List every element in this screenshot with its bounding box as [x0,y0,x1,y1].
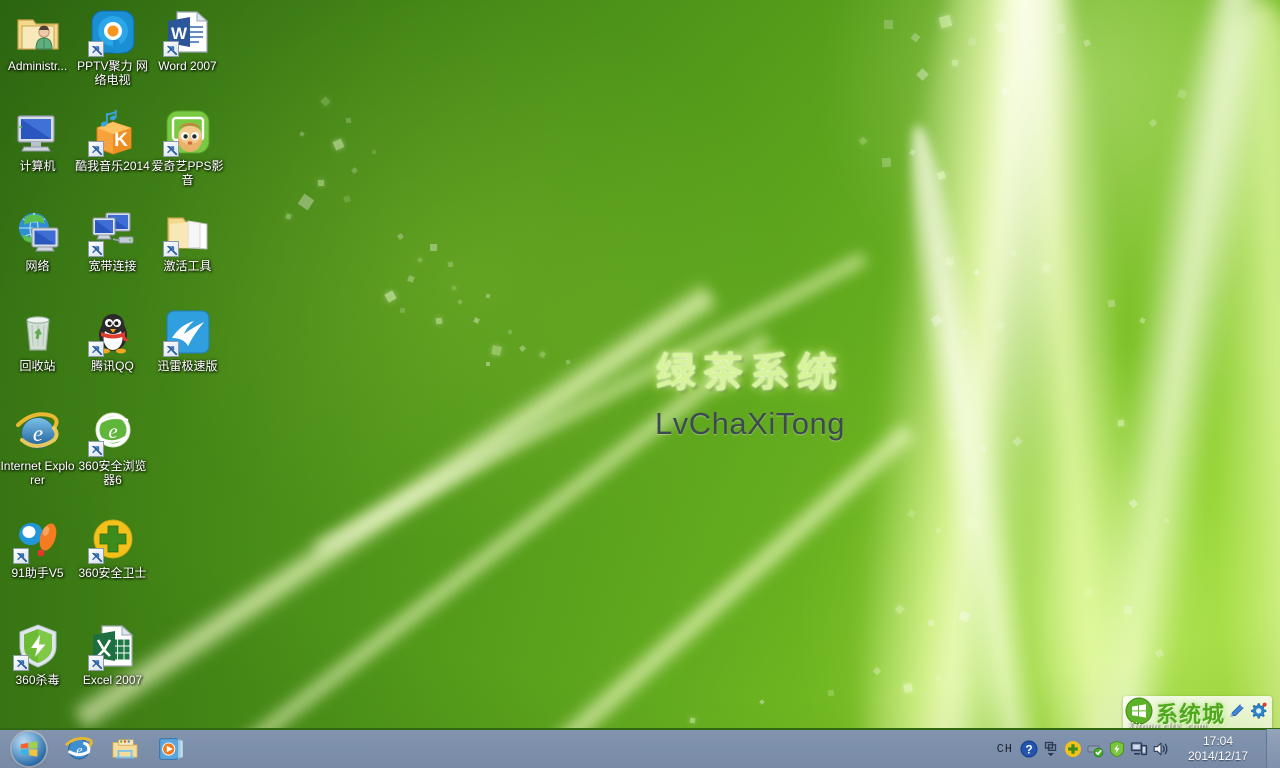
taskbar-item-media-player[interactable] [148,730,194,768]
360-browser-icon: e ↗ [87,408,137,457]
desktop-icon-label: 计算机 [19,159,56,173]
desktop-icon-folder[interactable]: ↗ 激活工具 [150,208,225,273]
thunder-xunlei-icon: ↗ [162,308,212,357]
clock-date: 2014/12/17 [1187,749,1249,763]
desktop-icon-excel[interactable]: ↗ Excel 2007 [75,622,150,687]
svg-text:K: K [114,130,128,151]
desktop-icon-360-browser[interactable]: e ↗ 360安全浏览器6 [75,408,150,487]
desktop-icon-label: 回收站 [19,359,56,373]
help-question-icon[interactable]: ? [1018,734,1040,764]
recycle-bin-icon [14,308,62,356]
svg-text:?: ? [1025,743,1032,757]
usb-safe-remove-icon[interactable] [1084,734,1106,764]
excel-icon: ↗ [87,622,137,671]
desktop-icon-broadband-connection[interactable]: ↗ 宽带连接 [75,208,150,273]
taskbar-item-file-explorer[interactable] [102,730,148,768]
360-antivirus-icon: ↗ [12,622,62,671]
taskbar: e CH ? 17:04 2014/12/17 [0,728,1280,768]
desktop-icon-internet-explorer[interactable]: e Internet Explorer [0,408,75,487]
shortcut-overlay-icon: ↗ [162,241,179,257]
network-status-icon[interactable] [1128,734,1150,764]
show-desktop-button[interactable] [1266,729,1280,768]
iqiyi-pps-icon: ↗ [162,108,212,157]
desktop-icon-360-safe-guard[interactable]: ↗ 360安全卫士 [75,515,150,580]
system-tray: CH ? 17:04 2014/12/17 [992,729,1280,768]
svg-text:e: e [108,419,117,443]
taskbar-clock[interactable]: 17:04 2014/12/17 [1172,734,1264,764]
desktop-icon-network[interactable]: 网络 [0,208,75,273]
360-safe-guard-icon: ↗ [87,515,137,564]
kuwo-music-icon: K ↗ [87,108,137,157]
start-button[interactable] [2,730,56,768]
desktop-icon-kuwo-music[interactable]: K ↗ 酷我音乐2014 [75,108,150,173]
ime-indicator[interactable]: CH [997,742,1013,756]
shortcut-overlay-icon: ↗ [87,241,104,257]
desktop-icon-label: 迅雷极速版 [157,359,218,373]
windows-orb-icon [12,732,46,766]
desktop-icon-label: 网络 [25,259,50,273]
desktop-icon-label: 酷我音乐2014 [75,159,150,173]
desktop-icon-recycle-bin[interactable]: 回收站 [0,308,75,373]
internet-explorer-icon: e [14,408,62,456]
svg-text:e: e [32,421,42,446]
desktop-icon-label: PPTV聚力 网络电视 [77,59,148,87]
desktop-icon-word[interactable]: W ↗ Word 2007 [150,8,225,73]
broadband-connection-icon: ↗ [87,208,137,257]
shortcut-overlay-icon: ↗ [162,341,179,357]
volume-icon[interactable] [1150,734,1172,764]
desktop-icon-label: Excel 2007 [82,673,143,687]
desktop-icon-label: 爱奇艺PPS影音 [151,159,224,187]
desktop-icon-label: 360安全卫士 [78,566,147,580]
desktop-icon-thunder-xunlei[interactable]: ↗ 迅雷极速版 [150,308,225,373]
shortcut-overlay-icon: ↗ [87,548,104,564]
desktop-icon-label: 91助手V5 [11,566,64,580]
svg-text:e: e [76,743,82,759]
show-hidden-icons-icon[interactable] [1040,734,1062,764]
shortcut-overlay-icon: ↗ [87,341,104,357]
desktop-icon-91-assistant[interactable]: ↗ 91助手V5 [0,515,75,580]
360-safe-guard-icon[interactable] [1062,734,1084,764]
computer-icon [14,108,62,156]
shortcut-overlay-icon: ↗ [12,548,29,564]
desktop-icon-label: 宽带连接 [88,259,137,273]
desktop-icon-360-antivirus[interactable]: ↗ 360杀毒 [0,622,75,687]
91-assistant-icon: ↗ [12,515,62,564]
desktop-icon-label: 腾讯QQ [91,359,134,373]
desktop-icon-qq-penguin[interactable]: ↗ 腾讯QQ [75,308,150,373]
shortcut-overlay-icon: ↗ [87,141,104,157]
shortcut-overlay-icon: ↗ [87,441,104,457]
qq-penguin-icon: ↗ [87,308,137,357]
shortcut-overlay-icon: ↗ [87,655,104,671]
desktop-icon-iqiyi-pps[interactable]: ↗ 爱奇艺PPS影音 [150,108,225,187]
desktop-icon-label: 360杀毒 [15,673,60,687]
shortcut-overlay-icon: ↗ [87,41,104,57]
shortcut-overlay-icon: ↗ [162,41,179,57]
taskbar-item-internet-explorer[interactable]: e [56,730,102,768]
folder-icon: ↗ [162,208,212,257]
pptv-icon: ↗ [87,8,137,57]
desktop-icon-pptv[interactable]: ↗ PPTV聚力 网络电视 [75,8,150,87]
shortcut-overlay-icon: ↗ [12,655,29,671]
shortcut-overlay-icon: ↗ [162,141,179,157]
desktop-icon-label: Administr... [7,59,68,73]
clock-time: 17:04 [1202,734,1234,748]
desktop-icon-user-folder[interactable]: Administr... [0,8,75,73]
desktop-icon-label: 激活工具 [163,259,212,273]
network-icon [14,208,62,256]
360-antivirus-icon[interactable] [1106,734,1128,764]
desktop-icon-label: Internet Explorer [0,459,75,487]
desktop-icon-label: Word 2007 [158,59,217,73]
desktop-icon-label: 360安全浏览器6 [78,459,147,487]
word-icon: W ↗ [162,8,212,57]
desktop-icon-computer[interactable]: 计算机 [0,108,75,173]
user-folder-icon [14,8,62,56]
